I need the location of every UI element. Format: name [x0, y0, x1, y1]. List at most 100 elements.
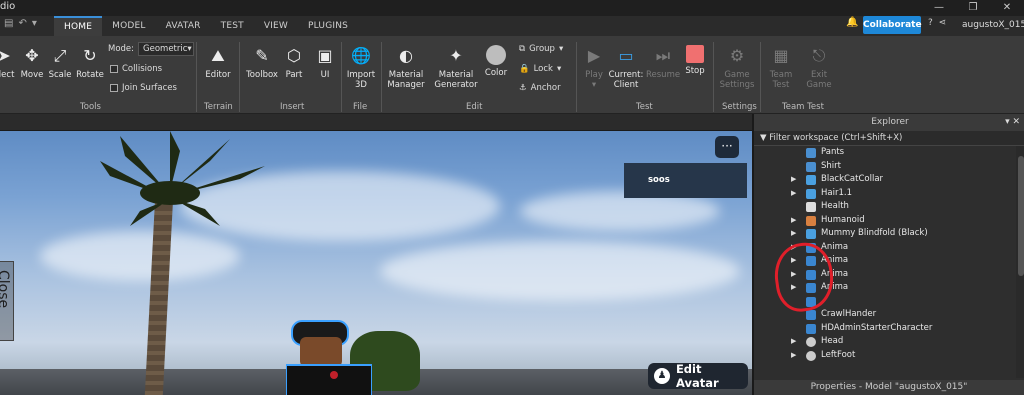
edit-avatar-button[interactable]: ♟ Edit Avatar	[648, 362, 748, 390]
top-right-icons: ? ⋖	[928, 18, 946, 28]
import-3d-button[interactable]: 🌐 Import 3D	[345, 45, 377, 90]
gear-icon: ⚙	[729, 46, 745, 65]
file-menu-icon[interactable]: ▤	[4, 18, 13, 29]
shirt-icon	[806, 161, 816, 172]
exit-game-button[interactable]: ⎋ Exit Game	[804, 45, 834, 90]
terrain-icon: ⛰	[211, 46, 225, 65]
explorer-item[interactable]: ▶ Head	[754, 335, 1016, 348]
explorer-item[interactable]: ▶ Hair1.1	[754, 187, 1016, 200]
explorer-item-label: BlackCatCollar	[821, 174, 884, 184]
expand-arrow-icon[interactable]: ▶	[791, 187, 796, 200]
explorer-item-label: Humanoid	[821, 214, 865, 225]
ui-icon: ▣	[317, 46, 333, 65]
toolbox-button[interactable]: ✎ Toolbox	[245, 45, 279, 80]
anchor-icon: ⚓	[519, 83, 527, 93]
rotate-button[interactable]: ↻ Rotate	[76, 45, 104, 80]
properties-panel-header: Properties - Model "augustoX_015"	[752, 380, 1024, 395]
close-window-button[interactable]: ✕	[990, 0, 1024, 16]
divider	[381, 42, 382, 112]
material-generator-button[interactable]: ✦ Material Generator	[434, 45, 478, 90]
filter-workspace-input[interactable]: ▼ Filter workspace (Ctrl+Shift+X)	[754, 131, 1024, 146]
scrollbar-thumb[interactable]	[1018, 156, 1024, 276]
tab-view[interactable]: VIEW	[254, 16, 298, 36]
panel-controls[interactable]: ▾ ✕	[1005, 114, 1020, 131]
material-manager-button[interactable]: ◐ Material Manager	[386, 45, 426, 90]
stop-button[interactable]: Stop	[682, 45, 708, 76]
part-button[interactable]: ⬡ Part	[282, 45, 306, 80]
tab-test[interactable]: TEST	[211, 16, 254, 36]
scale-button[interactable]: ⤢ Scale	[48, 45, 72, 80]
monitor-icon: ▭	[618, 46, 634, 65]
resume-button[interactable]: ⏭ Resume	[646, 45, 680, 80]
localscript-icon	[806, 310, 816, 320]
ribbon: ➤elect ✥Move ⤢Scale ↻Rotate Mode: Geomet…	[0, 36, 1024, 114]
maximize-button[interactable]: ❐	[956, 0, 990, 16]
explorer-header: Explorer ▾ ✕	[754, 114, 1024, 131]
collisions-checkbox[interactable]: Collisions	[110, 64, 162, 74]
explorer-item[interactable]: HDAdminStarterCharacter	[754, 322, 1016, 335]
mode-dropdown[interactable]: Geometric ▾	[138, 42, 195, 56]
undo-icon[interactable]: ↶	[18, 18, 26, 29]
avatar-icon: ♟	[654, 368, 670, 384]
game-settings-button[interactable]: ⚙ Game Settings	[718, 45, 756, 90]
play-button[interactable]: ▶ Play ▾	[582, 45, 606, 90]
explorer-item[interactable]: ▶ LeftFoot	[754, 349, 1016, 362]
window-controls: — ❐ ✕	[922, 0, 1024, 16]
stop-icon	[686, 45, 704, 63]
share-icon[interactable]: ⋖	[939, 18, 947, 28]
close-side-button[interactable]: Close	[0, 261, 14, 341]
notification-bell-icon[interactable]: 🔔	[846, 17, 858, 28]
tools-group-label: Tools	[80, 102, 101, 112]
team-test-button[interactable]: ▦ Team Test	[766, 45, 796, 90]
tab-plugins[interactable]: PLUGINS	[298, 16, 358, 36]
expand-arrow-icon[interactable]: ▶	[791, 349, 796, 362]
viewport-tab-strip	[0, 114, 752, 131]
group-button[interactable]: ⧉ Group ▾	[519, 44, 563, 54]
cloud	[40, 231, 240, 281]
ui-button[interactable]: ▣ UI	[313, 45, 337, 80]
expand-arrow-icon[interactable]: ▶	[791, 335, 796, 348]
game-viewport[interactable]: Close ··· soos ♟ Edit Avatar	[0, 131, 752, 395]
username[interactable]: augustoX_015	[962, 20, 1024, 30]
expand-arrow-icon[interactable]: ▶	[791, 214, 796, 227]
join-surfaces-checkbox[interactable]: Join Surfaces	[110, 83, 177, 93]
terrain-editor-button[interactable]: ⛰ Editor	[202, 45, 234, 80]
cursor-icon: ➤	[0, 46, 11, 65]
lock-button[interactable]: 🔒 Lock ▾	[519, 64, 561, 74]
explorer-item-label: HDAdminStarterCharacter	[821, 322, 933, 333]
help-icon[interactable]: ?	[928, 18, 933, 28]
sparkle-icon: ✦	[449, 46, 463, 65]
minimize-button[interactable]: —	[922, 0, 956, 16]
expand-arrow-icon[interactable]: ▶	[791, 227, 796, 240]
anchor-button[interactable]: ⚓ Anchor	[519, 83, 561, 93]
collaborate-button[interactable]: Collaborate	[863, 16, 922, 34]
color-button[interactable]: Color	[482, 45, 510, 78]
explorer-item[interactable]: ▶ Mummy Blindfold (Black)	[754, 227, 1016, 240]
accessory-icon	[806, 188, 816, 199]
explorer-item-label: Hair1.1	[821, 187, 852, 198]
current-client-button[interactable]: ▭ Current: Client	[608, 45, 644, 90]
expand-arrow-icon[interactable]: ▶	[791, 173, 796, 186]
explorer-item[interactable]: Shirt	[754, 160, 1016, 173]
scale-icon: ⤢	[53, 46, 67, 65]
more-options-button[interactable]: ···	[715, 136, 739, 158]
explorer-item[interactable]: Pants	[754, 146, 1016, 159]
globe-icon: 🌐	[351, 46, 371, 65]
test-group-label: Test	[636, 102, 653, 112]
tab-home[interactable]: HOME	[54, 16, 103, 36]
move-button[interactable]: ✥ Move	[20, 45, 44, 80]
tab-model[interactable]: MODEL	[102, 16, 155, 36]
select-button[interactable]: ➤elect	[0, 45, 16, 80]
part-icon	[806, 337, 816, 347]
explorer-scrollbar[interactable]	[1016, 146, 1024, 378]
explorer-item[interactable]: Health	[754, 200, 1016, 213]
explorer-item[interactable]: ▶ Humanoid	[754, 214, 1016, 227]
mode-selector[interactable]: Mode: Geometric ▾	[108, 42, 195, 56]
tab-avatar[interactable]: AVATAR	[156, 16, 211, 36]
explorer-item-label: LeftFoot	[821, 349, 856, 360]
accessory-icon	[806, 229, 816, 239]
explorer-title: Explorer	[871, 117, 909, 127]
explorer-item[interactable]: ▶ BlackCatCollar	[754, 173, 1016, 186]
humanoid-icon	[806, 215, 816, 226]
dropdown-icon[interactable]: ▾	[32, 18, 37, 29]
